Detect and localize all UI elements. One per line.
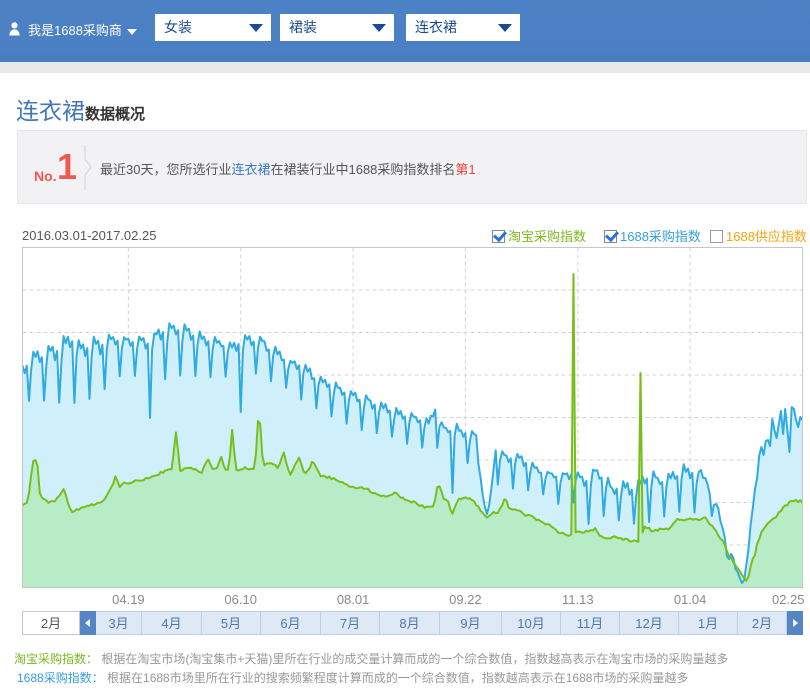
svg-text:09.22: 09.22 — [449, 592, 482, 607]
svg-text:11.13: 11.13 — [562, 592, 594, 607]
svg-text:04.19: 04.19 — [112, 592, 145, 607]
svg-text:02.25: 02.25 — [772, 592, 805, 607]
svg-text:01.04: 01.04 — [674, 592, 707, 607]
svg-text:08.01: 08.01 — [337, 592, 370, 607]
svg-text:06.10: 06.10 — [224, 592, 257, 607]
